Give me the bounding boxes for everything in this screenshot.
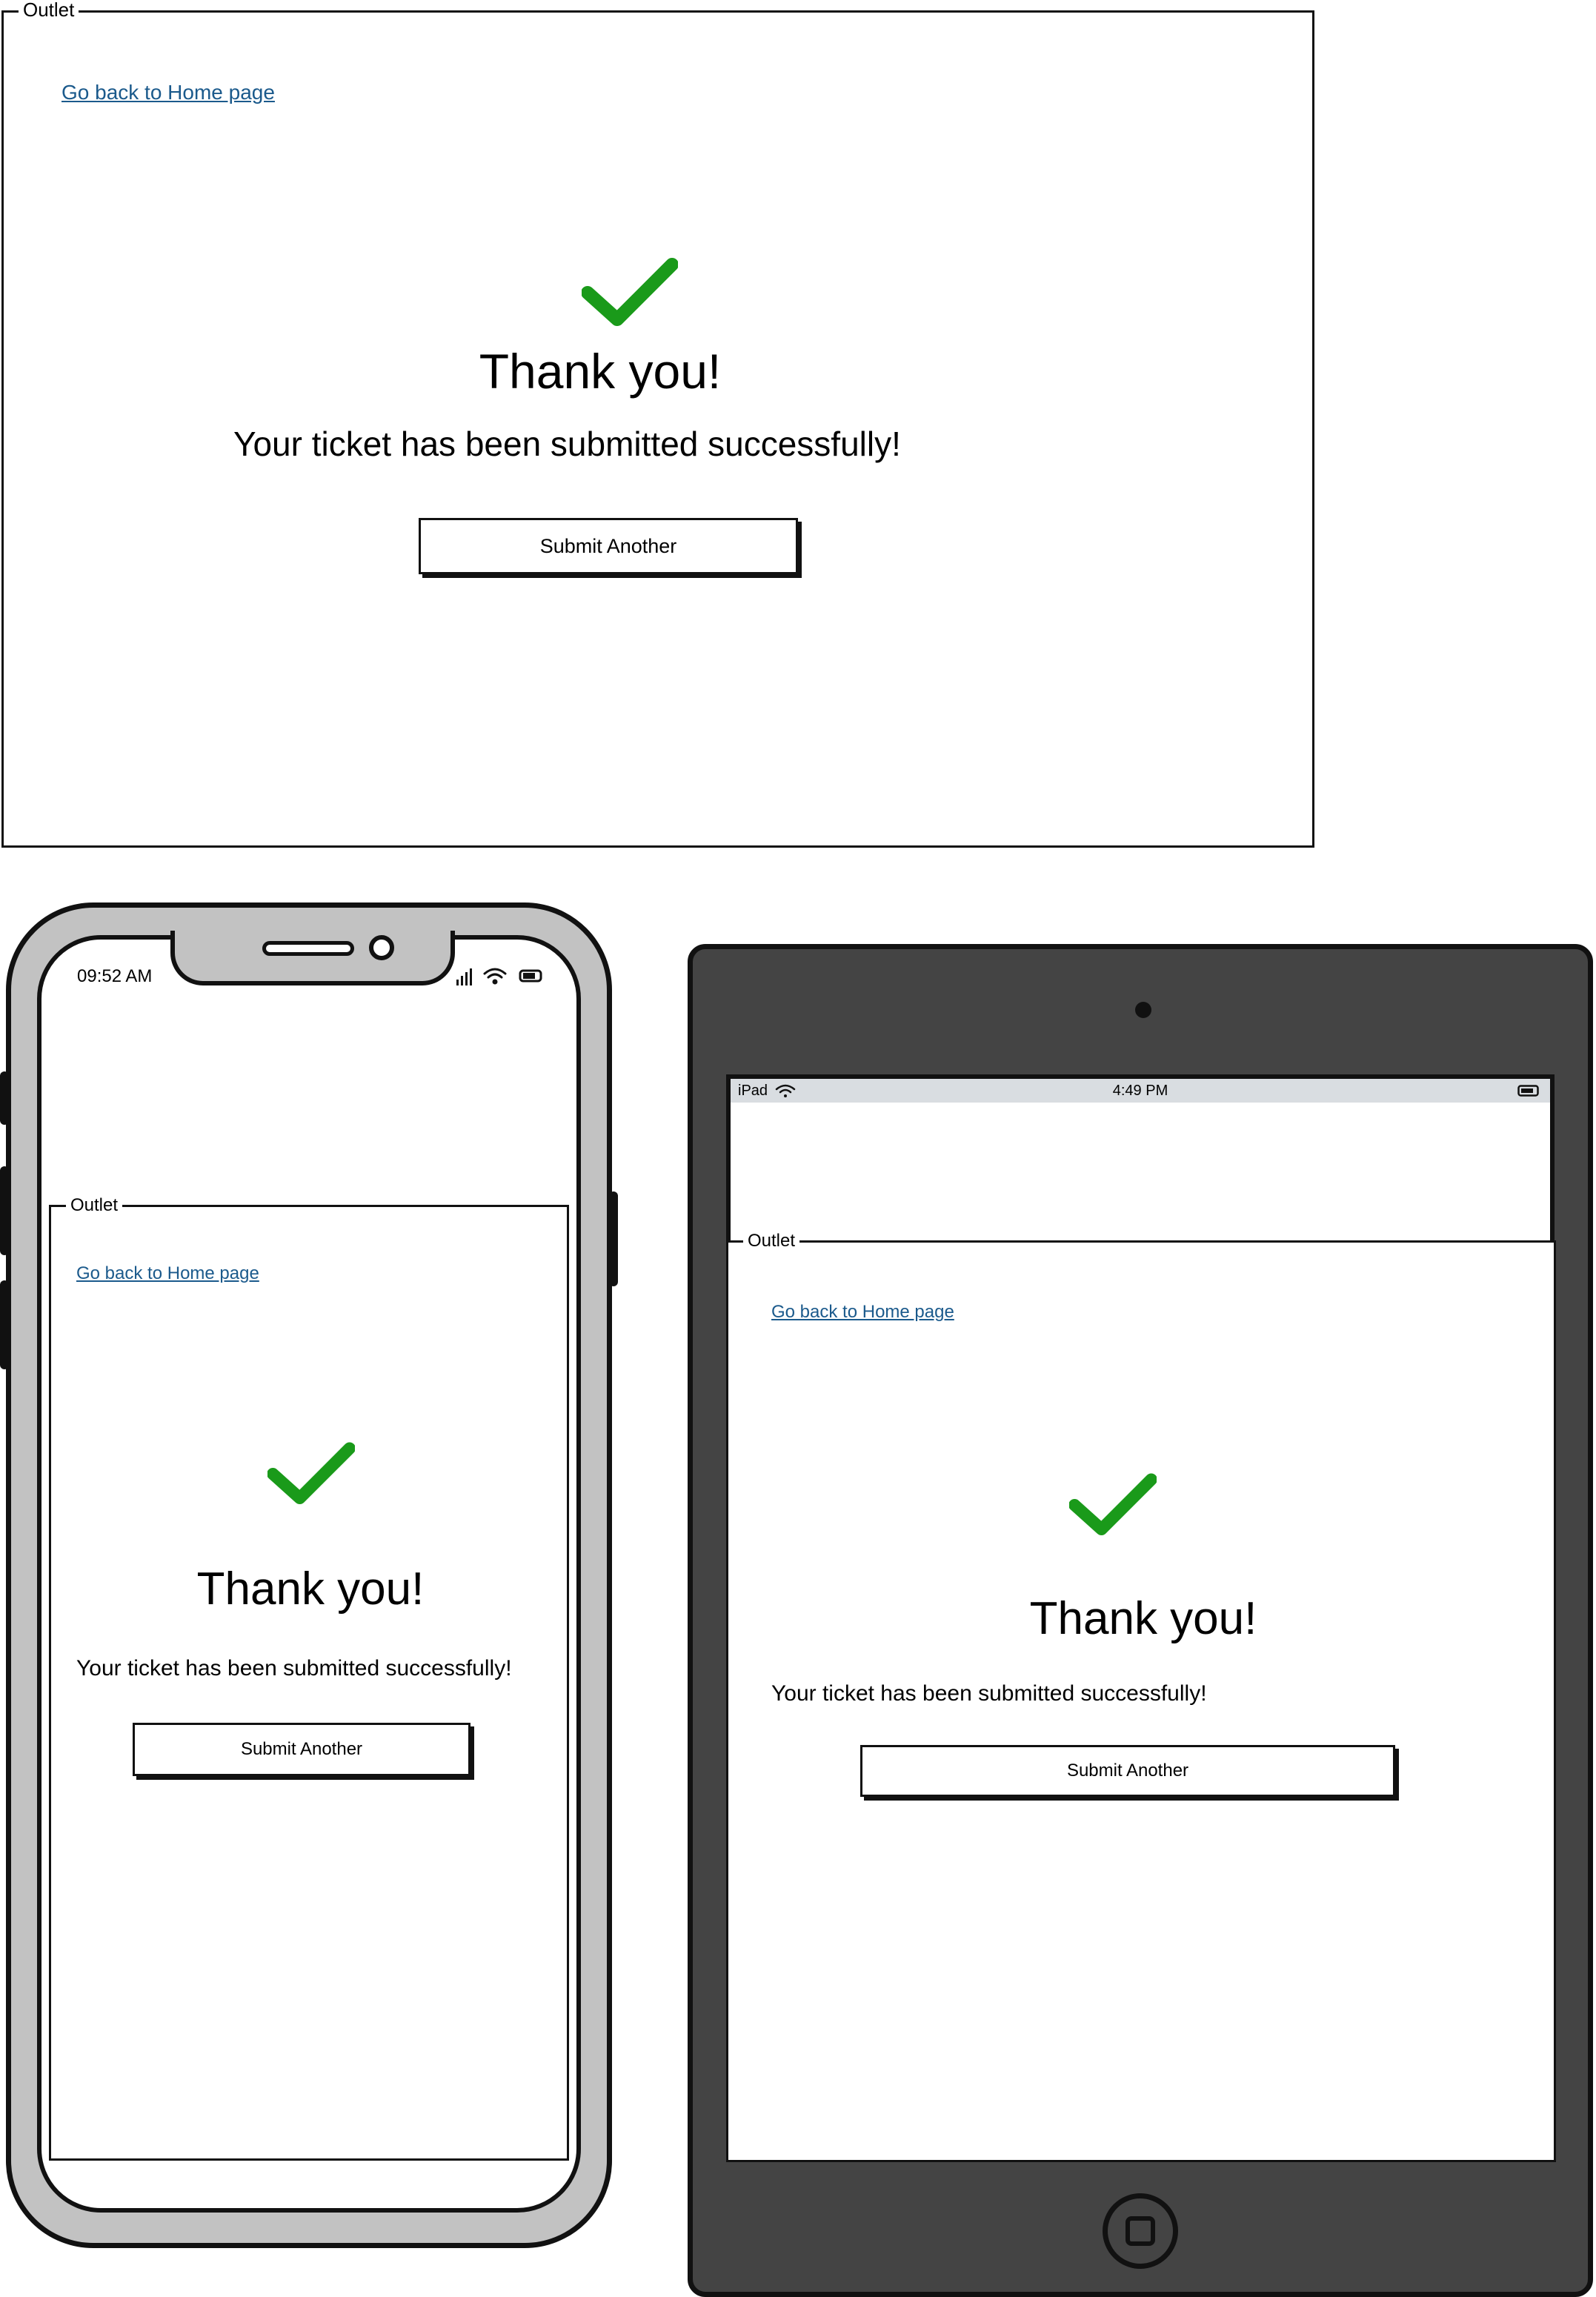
thank-you-heading: Thank you!: [1029, 1593, 1257, 1644]
home-button[interactable]: [1103, 2193, 1178, 2269]
checkmark-icon: [267, 1442, 355, 1505]
phone-notch: [170, 931, 455, 985]
status-icons: [456, 968, 542, 985]
phone-outlet: Outlet Go back to Home page Thank you! Y…: [49, 1195, 569, 2161]
submit-another-button[interactable]: Submit Another: [860, 1745, 1395, 1797]
submit-another-button[interactable]: Submit Another: [133, 1723, 471, 1776]
home-link[interactable]: Go back to Home page: [61, 81, 275, 104]
thank-you-heading: Thank you!: [479, 344, 722, 399]
checkmark-icon: [582, 258, 678, 326]
success-message: Your ticket has been submitted successfu…: [771, 1681, 1207, 1706]
wifi-icon: [483, 968, 507, 985]
home-link[interactable]: Go back to Home page: [771, 1302, 954, 1323]
desktop-outlet: Outlet Go back to Home page Thank you! Y…: [1, 0, 1314, 848]
home-link[interactable]: Go back to Home page: [76, 1263, 259, 1284]
camera-icon: [1135, 1002, 1151, 1018]
success-message: Your ticket has been submitted successfu…: [76, 1656, 512, 1681]
checkmark-icon: [1069, 1473, 1157, 1536]
submit-another-button[interactable]: Submit Another: [419, 518, 798, 574]
tablet-outlet: Outlet Go back to Home page Thank you! Y…: [726, 1231, 1556, 2162]
tablet-status-bar: iPad 4:49 PM: [731, 1079, 1550, 1103]
outlet-label: Outlet: [19, 0, 79, 20]
outlet-label: Outlet: [66, 1195, 123, 1216]
outlet-label: Outlet: [743, 1231, 800, 1251]
status-time: 4:49 PM: [1112, 1083, 1168, 1099]
battery-icon: [519, 969, 542, 983]
signal-icon: [456, 968, 472, 985]
battery-icon: [1517, 1085, 1539, 1097]
phone-device: 09:52 AM Outlet Go back to Home page Tha…: [0, 902, 618, 2248]
success-message: Your ticket has been submitted successfu…: [233, 425, 901, 463]
thank-you-heading: Thank you!: [196, 1563, 425, 1615]
speaker-icon: [262, 941, 354, 956]
status-time: 09:52 AM: [77, 966, 153, 986]
tablet-device: iPad 4:49 PM Outlet Go back to Home page…: [688, 944, 1593, 2297]
camera-icon: [369, 935, 394, 960]
